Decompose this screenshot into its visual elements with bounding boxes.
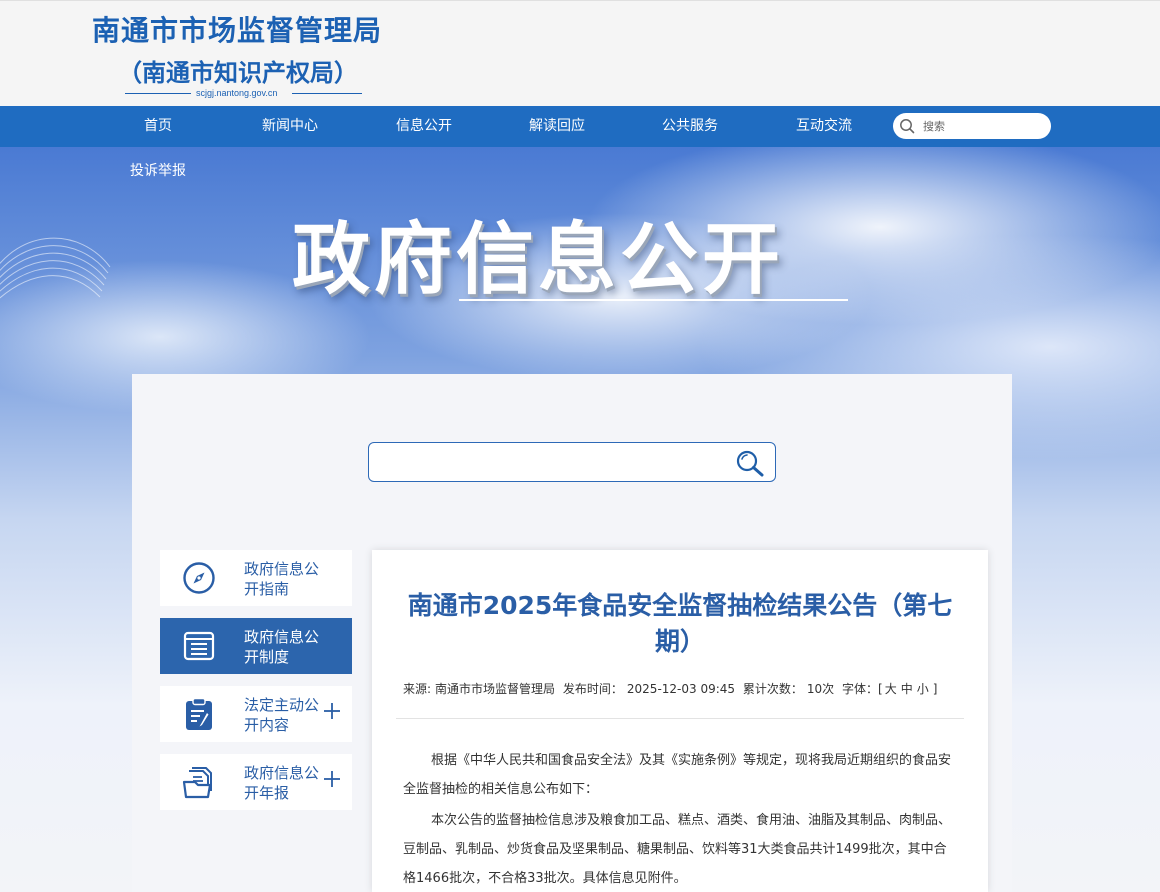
nav-info-disclosure[interactable]: 信息公开 [396, 106, 452, 147]
font-size-medium[interactable]: 中 [901, 682, 913, 696]
font-size-label: 字体：[ [842, 682, 883, 696]
nav-public-service[interactable]: 公共服务 [662, 106, 718, 147]
article-divider [396, 718, 964, 719]
font-size-large[interactable]: 大 [885, 682, 897, 696]
article-title: 南通市2025年食品安全监督抽检结果公告（第七期） [407, 591, 953, 656]
publish-time: 2025-12-03 09:45 [626, 682, 736, 696]
compass-icon [183, 562, 215, 594]
article-card: 南通市2025年食品安全监督抽检结果公告（第七期） 来源: 南通市市场监督管理局 … [372, 550, 988, 892]
site-title[interactable]: 南通市市场监督管理局 [92, 9, 382, 49]
nav-search-input[interactable] [923, 116, 1043, 136]
sidebar-item-label: 政府信息公开年报 [244, 764, 320, 802]
main-search-box[interactable] [368, 442, 776, 482]
sidebar-item-system[interactable]: 政府信息公开制度 [160, 618, 352, 674]
sidebar-item-label: 法定主动公开内容 [244, 696, 320, 734]
folder-icon [182, 767, 212, 799]
banner-underline [459, 299, 848, 301]
sidebar-item-statutory-content[interactable]: 法定主动公开内容 [160, 686, 352, 742]
banner-title: 政府信息公开 [292, 215, 785, 305]
sidebar-item-annual-report[interactable]: 政府信息公开年报 [160, 754, 352, 810]
sidebar-item-guide[interactable]: 政府信息公开指南 [160, 550, 352, 606]
views-label: 累计次数： [742, 682, 803, 696]
main-search-input[interactable] [379, 451, 729, 473]
font-size-end: ] [932, 682, 938, 696]
clipboard-icon [186, 697, 212, 730]
nav-interaction[interactable]: 互动交流 [796, 106, 852, 147]
nav-news[interactable]: 新闻中心 [262, 106, 318, 147]
site-domain-text: scjgj.nantong.gov.cn [196, 88, 278, 98]
nav-home[interactable]: 首页 [144, 106, 172, 147]
plus-icon[interactable] [323, 702, 341, 720]
search-icon[interactable] [735, 449, 765, 477]
document-list-icon [183, 631, 215, 661]
complaint-report-link[interactable]: 投诉举报 [130, 160, 186, 180]
site-domain: scjgj.nantong.gov.cn [125, 88, 362, 98]
nav-interpretation[interactable]: 解读回应 [529, 106, 585, 147]
plus-icon[interactable] [323, 770, 341, 788]
main-nav: 首页 新闻中心 信息公开 解读回应 公共服务 互动交流 [0, 106, 1160, 147]
search-icon[interactable] [899, 118, 915, 134]
source-value: 南通市市场监督管理局 [435, 682, 556, 696]
site-subtitle: （南通市知识产权局） [118, 59, 358, 87]
sidebar-item-label: 政府信息公开制度 [244, 628, 320, 666]
article-meta: 来源: 南通市市场监督管理局 发布时间： 2025-12-03 09:45 累计次数… [403, 680, 941, 697]
article-paragraph: 本次公告的监督抽检信息涉及粮食加工品、糕点、酒类、食用油、油脂及其制品、肉制品、… [403, 813, 952, 886]
source-label: 来源: [403, 682, 432, 696]
views-count: 10次 [806, 682, 835, 696]
site-header: 南通市市场监督管理局 （南通市知识产权局） scjgj.nantong.gov.… [0, 0, 1160, 106]
article-paragraph: 根据《中华人民共和国食品安全法》及其《实施条例》等规定，现将我局近期组织的食品安… [403, 753, 952, 797]
nav-search-box[interactable] [893, 113, 1051, 139]
content-panel: 政府信息公开指南 政府信息公开制度 法定主动公开内容 政府信息公开年报 南通市2… [132, 374, 1012, 892]
font-size-small[interactable]: 小 [917, 682, 929, 696]
decorative-swirl-icon [0, 237, 111, 299]
sidebar-item-label: 政府信息公开指南 [244, 560, 320, 598]
publish-label: 发布时间： [562, 682, 623, 696]
